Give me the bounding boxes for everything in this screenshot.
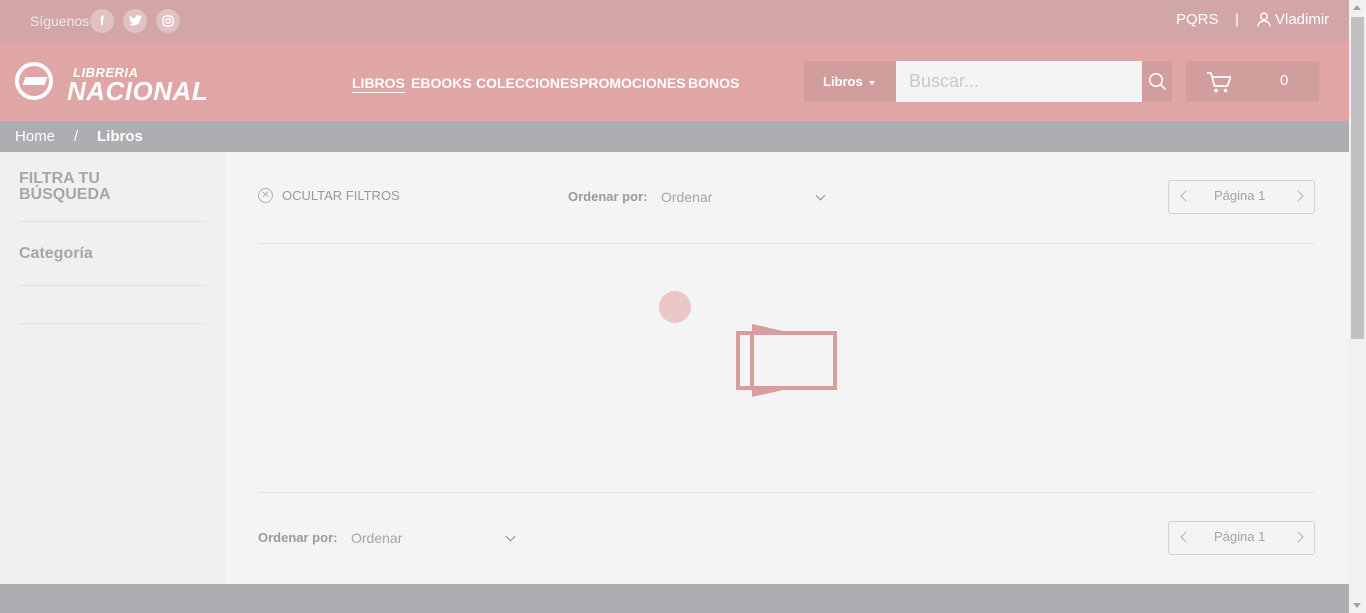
page-indicator-top: Página 1 <box>1214 188 1266 203</box>
page-indicator-bottom: Página 1 <box>1214 529 1266 544</box>
scroll-down-icon[interactable] <box>1353 603 1361 608</box>
search-category-select[interactable]: Libros <box>804 61 896 102</box>
divider <box>19 221 207 222</box>
sort-select-bottom[interactable]: Ordenar <box>351 530 402 546</box>
nav-ebooks[interactable]: EBOOKS <box>411 75 472 91</box>
pagination-bottom: Página 1 <box>1168 521 1315 555</box>
filter-category-toggle[interactable]: Categoría <box>19 245 93 263</box>
chevron-down-icon[interactable] <box>815 190 826 201</box>
logo[interactable]: LIBRERIA NACIONAL <box>15 62 215 106</box>
logo-mark-icon <box>15 62 53 100</box>
search-category-value: Libros <box>823 74 863 89</box>
user-icon <box>1257 12 1271 27</box>
cart-count: 0 <box>1280 72 1289 89</box>
loading-book-icon <box>736 324 837 397</box>
topbar-separator: | <box>1235 11 1239 28</box>
logo-line2: NACIONAL <box>67 76 209 106</box>
vertical-scrollbar[interactable] <box>1349 0 1366 613</box>
instagram-icon[interactable] <box>156 9 180 33</box>
main-header: LIBRERIA NACIONAL LIBROS EBOOKS COLECCIO… <box>0 42 1349 121</box>
nav-bonos[interactable]: BONOS <box>688 75 739 91</box>
sort-label-top: Ordenar por: <box>568 189 648 204</box>
next-page-button[interactable] <box>1292 190 1304 202</box>
footer <box>0 584 1349 613</box>
sort-label-bottom: Ordenar por: <box>258 530 338 545</box>
prev-page-button[interactable] <box>1180 531 1192 543</box>
search-input[interactable] <box>896 61 1142 102</box>
divider <box>19 285 207 286</box>
caret-down-icon <box>868 80 875 85</box>
prev-page-button[interactable] <box>1180 190 1192 202</box>
divider <box>19 323 207 324</box>
pagination-top: Página 1 <box>1168 180 1315 214</box>
user-account-link[interactable]: Vladimir <box>1257 11 1329 28</box>
top-bar: Síguenos f PQRS | Vladimir <box>0 0 1349 42</box>
twitter-icon[interactable] <box>123 9 147 33</box>
chevron-down-icon[interactable] <box>505 531 516 542</box>
cart-button[interactable]: 0 <box>1186 61 1319 102</box>
loading-dot <box>659 291 691 323</box>
scroll-up-icon[interactable] <box>1353 5 1361 10</box>
breadcrumb-home[interactable]: Home <box>15 128 55 145</box>
nav-promociones[interactable]: PROMOCIONES <box>579 75 686 91</box>
hide-filters-label: OCULTAR FILTROS <box>282 188 400 203</box>
sort-select-top[interactable]: Ordenar <box>661 189 712 205</box>
breadcrumb-current: Libros <box>97 128 143 145</box>
nav-colecciones[interactable]: COLECCIONES <box>476 75 579 91</box>
cart-icon <box>1207 72 1232 93</box>
next-page-button[interactable] <box>1292 531 1304 543</box>
close-circle-icon: ✕ <box>258 188 273 203</box>
breadcrumb: Home / Libros <box>0 121 1349 152</box>
nav-libros[interactable]: LIBROS <box>352 75 405 93</box>
scrollbar-thumb[interactable] <box>1351 17 1364 339</box>
breadcrumb-separator: / <box>74 128 79 145</box>
user-name: Vladimir <box>1275 11 1330 28</box>
divider <box>258 243 1315 244</box>
divider <box>258 492 1315 493</box>
filter-title: FILTRA TU BÚSQUEDA <box>19 170 111 203</box>
follow-us-label: Síguenos <box>30 13 90 29</box>
filter-sidebar: FILTRA TU BÚSQUEDA Categoría <box>0 152 226 584</box>
search-button[interactable] <box>1142 61 1172 102</box>
search-icon <box>1148 72 1166 91</box>
facebook-icon[interactable]: f <box>90 9 114 33</box>
hide-filters-button[interactable]: ✕ OCULTAR FILTROS <box>258 188 400 203</box>
pqrs-link[interactable]: PQRS <box>1176 11 1219 28</box>
